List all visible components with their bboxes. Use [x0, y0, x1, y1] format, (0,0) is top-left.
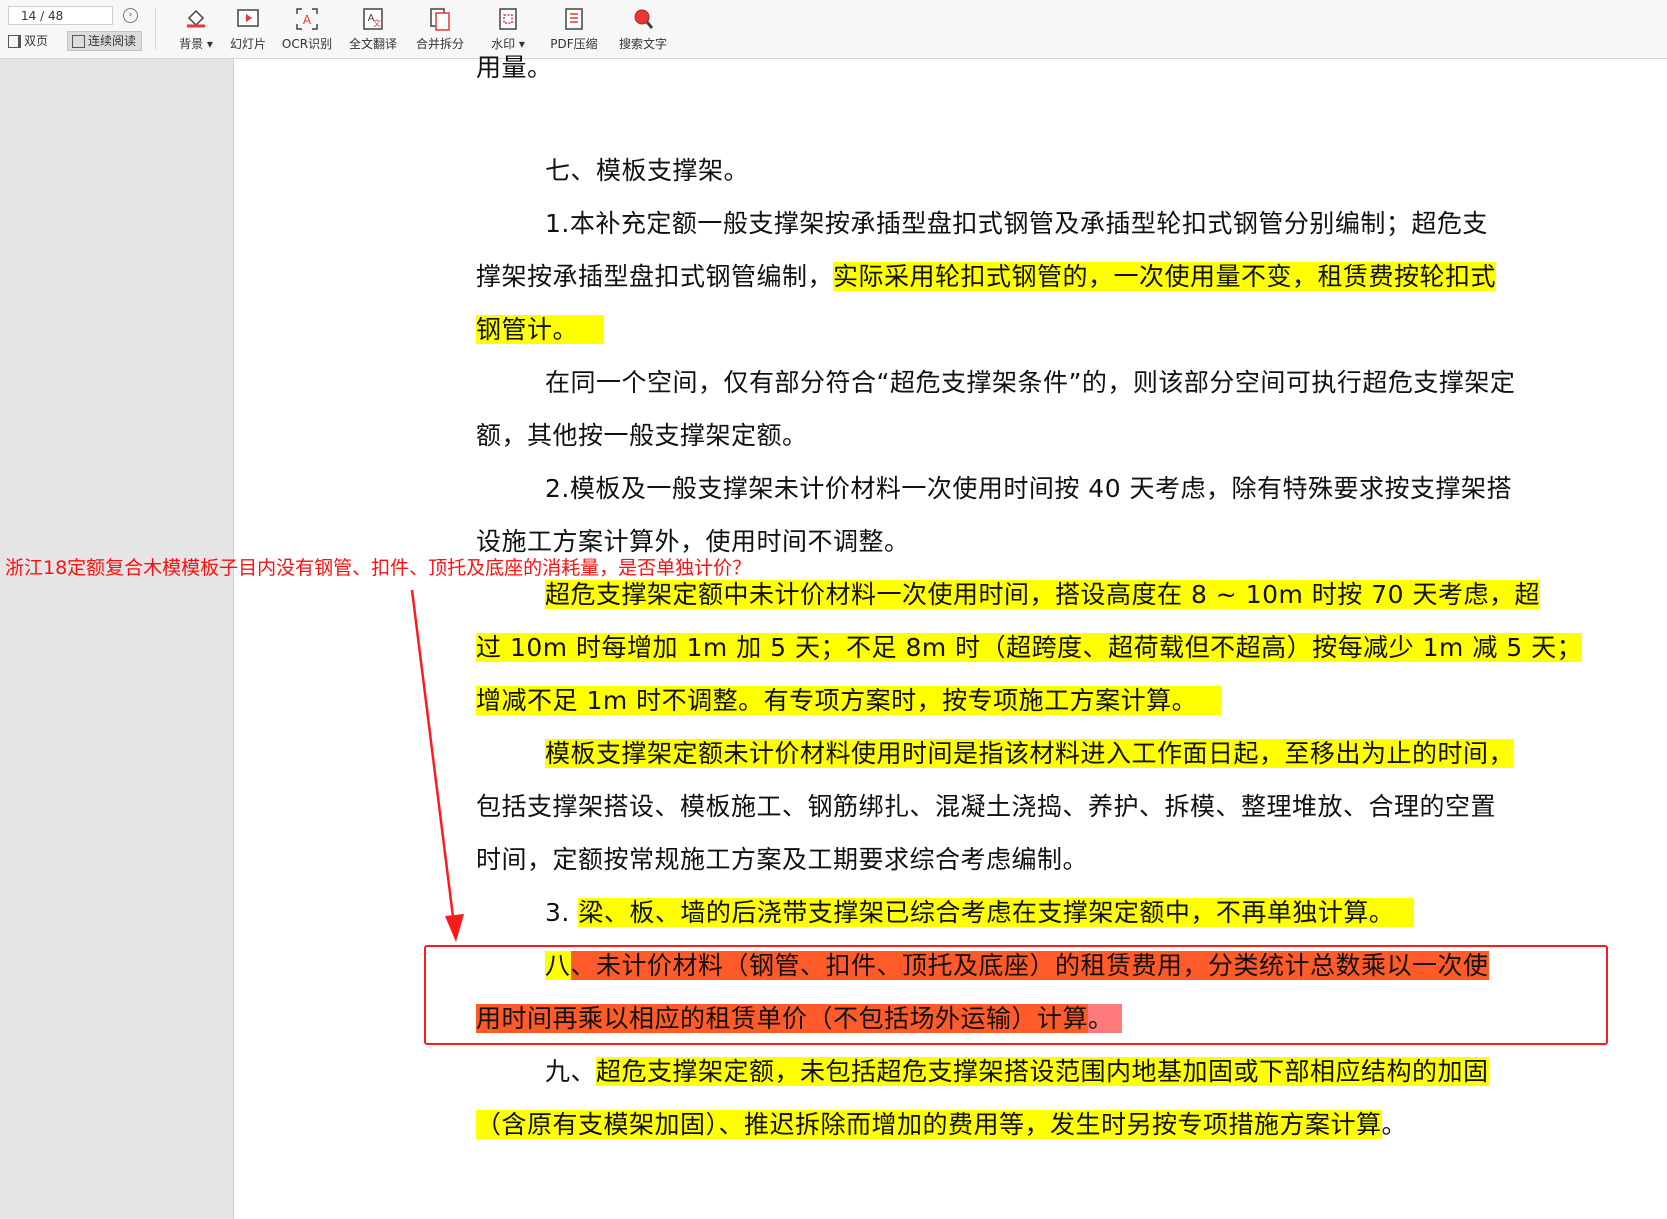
annotation-highlight-box: [424, 945, 1608, 1045]
